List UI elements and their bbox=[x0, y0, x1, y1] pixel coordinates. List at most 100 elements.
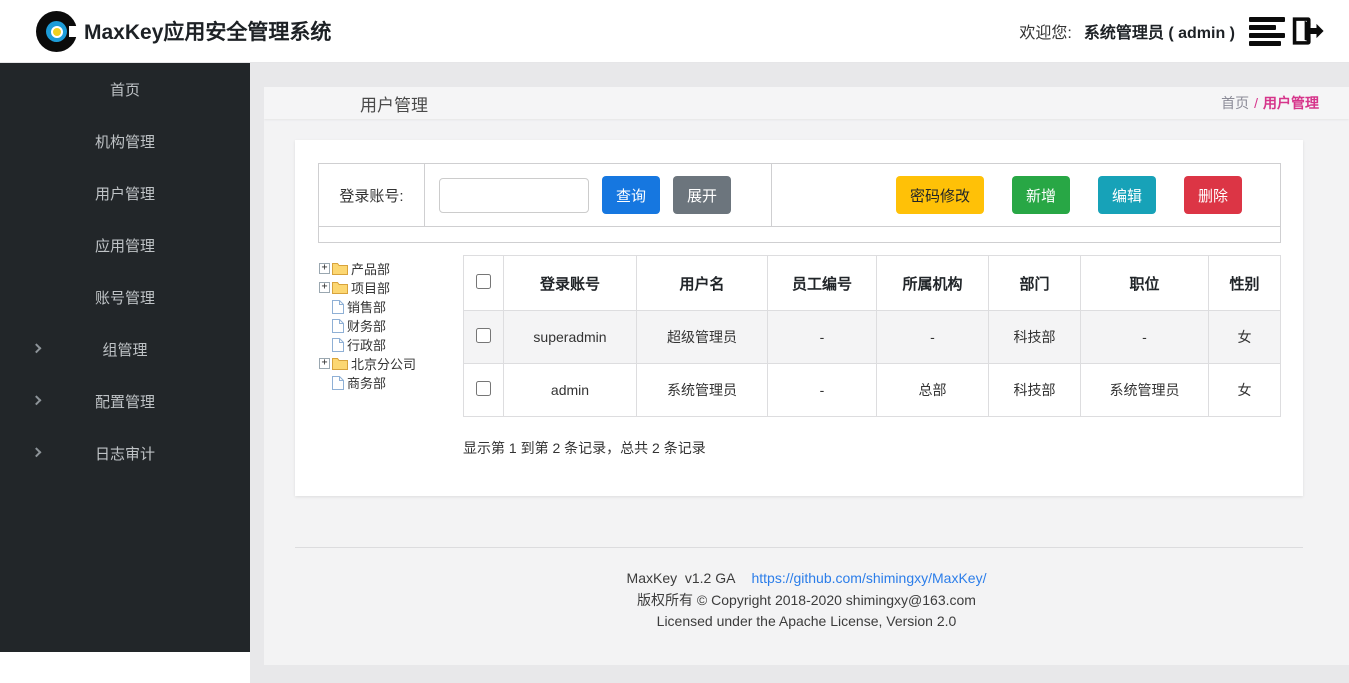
column-header: 用户名 bbox=[637, 256, 768, 311]
add-button[interactable]: 新增 bbox=[1012, 176, 1070, 214]
breadcrumb-separator: / bbox=[1254, 95, 1258, 111]
sidebar-item-config-management[interactable]: 配置管理 bbox=[0, 375, 250, 427]
table-cell: - bbox=[768, 364, 877, 417]
chevron-right-icon bbox=[32, 395, 42, 405]
tree-node[interactable]: 商务部 bbox=[319, 373, 463, 392]
footer-version: MaxKey v1.2 GA bbox=[627, 570, 736, 586]
tree-node-label: 财务部 bbox=[347, 316, 386, 335]
tree-node-label: 销售部 bbox=[347, 297, 386, 316]
breadcrumb: 首页/用户管理 bbox=[1221, 93, 1319, 113]
column-header: 员工编号 bbox=[768, 256, 877, 311]
tree-node[interactable]: 财务部 bbox=[319, 316, 463, 335]
footer-copyright: 版权所有 © Copyright 2018-2020 shimingxy@163… bbox=[264, 590, 1349, 612]
plus-expander-icon[interactable]: + bbox=[319, 358, 330, 369]
column-header: 职位 bbox=[1081, 256, 1209, 311]
tree-node[interactable]: 销售部 bbox=[319, 297, 463, 316]
edit-button[interactable]: 编辑 bbox=[1098, 176, 1156, 214]
tree-node-label: 行政部 bbox=[347, 335, 386, 354]
sidebar: 首页机构管理用户管理应用管理账号管理组管理配置管理日志审计 bbox=[0, 63, 250, 652]
tree-node-label: 产品部 bbox=[351, 259, 390, 278]
page-region: 用户管理 首页/用户管理 登录账号: 查询 展开 密码修改 bbox=[264, 87, 1349, 665]
sidebar-item-group-management[interactable]: 组管理 bbox=[0, 323, 250, 375]
plus-expander-icon[interactable]: + bbox=[319, 282, 330, 293]
table-cell: superadmin bbox=[504, 311, 637, 364]
sidebar-item-org-management[interactable]: 机构管理 bbox=[0, 115, 250, 167]
menu-list-icon[interactable] bbox=[1249, 17, 1285, 46]
login-account-input[interactable] bbox=[439, 178, 589, 213]
select-all-header-cell bbox=[464, 256, 504, 311]
users-table-wrap: 登录账号用户名员工编号所属机构部门职位性别 superadmin超级管理员--科… bbox=[463, 255, 1281, 458]
select-all-checkbox[interactable] bbox=[476, 274, 491, 289]
table-row[interactable]: superadmin超级管理员--科技部-女 bbox=[464, 311, 1281, 364]
sidebar-item-label: 机构管理 bbox=[95, 131, 155, 152]
sidebar-item-account-management[interactable]: 账号管理 bbox=[0, 271, 250, 323]
table-cell: 科技部 bbox=[989, 311, 1081, 364]
org-tree: + 产品部+项目部销售部财务部行政部 + 北京分公司商务部 bbox=[318, 255, 463, 458]
folder-icon bbox=[332, 281, 348, 294]
table-cell: - bbox=[768, 311, 877, 364]
sidebar-item-label: 组管理 bbox=[102, 339, 147, 360]
tree-node[interactable]: 行政部 bbox=[319, 335, 463, 354]
footer-license: Licensed under the Apache License, Versi… bbox=[264, 611, 1349, 633]
column-header: 所属机构 bbox=[877, 256, 989, 311]
top-header: MaxKey应用安全管理系统 欢迎您: 系统管理员 ( admin ) bbox=[0, 0, 1349, 63]
plus-expander-icon[interactable]: + bbox=[319, 263, 330, 274]
table-header-row: 登录账号用户名员工编号所属机构部门职位性别 bbox=[464, 256, 1281, 311]
records-summary: 显示第 1 到第 2 条记录，总共 2 条记录 bbox=[463, 438, 1281, 458]
column-header: 性别 bbox=[1209, 256, 1281, 311]
row-checkbox[interactable] bbox=[476, 328, 491, 343]
table-cell: 科技部 bbox=[989, 364, 1081, 417]
file-icon bbox=[332, 300, 344, 314]
file-icon bbox=[332, 319, 344, 333]
table-cell: 超级管理员 bbox=[637, 311, 768, 364]
table-cell: - bbox=[1081, 311, 1209, 364]
main-area: 用户管理 首页/用户管理 登录账号: 查询 展开 密码修改 bbox=[250, 63, 1349, 683]
query-button[interactable]: 查询 bbox=[602, 176, 660, 214]
sidebar-item-label: 日志审计 bbox=[95, 443, 155, 464]
chevron-right-icon bbox=[32, 343, 42, 353]
table-cell: 系统管理员 bbox=[1081, 364, 1209, 417]
sidebar-item-user-management[interactable]: 用户管理 bbox=[0, 167, 250, 219]
search-form-extra-row bbox=[319, 226, 1280, 242]
welcome-label: 欢迎您: bbox=[1019, 19, 1071, 43]
sidebar-item-log-audit[interactable]: 日志审计 bbox=[0, 427, 250, 479]
user-management-panel: 登录账号: 查询 展开 密码修改 新增 编辑 删除 bbox=[295, 140, 1303, 496]
sidebar-item-label: 用户管理 bbox=[95, 183, 155, 204]
tree-node-label: 商务部 bbox=[347, 373, 386, 392]
file-icon bbox=[332, 376, 344, 390]
table-cell: 总部 bbox=[877, 364, 989, 417]
breadcrumb-home[interactable]: 首页 bbox=[1221, 95, 1249, 111]
row-checkbox[interactable] bbox=[476, 381, 491, 396]
tree-node[interactable]: +项目部 bbox=[319, 278, 463, 297]
tree-node[interactable]: + 产品部 bbox=[319, 259, 463, 278]
column-header: 登录账号 bbox=[504, 256, 637, 311]
expand-button[interactable]: 展开 bbox=[673, 176, 731, 214]
sidebar-menu: 首页机构管理用户管理应用管理账号管理组管理配置管理日志审计 bbox=[0, 63, 250, 479]
table-cell: 系统管理员 bbox=[637, 364, 768, 417]
tree-node[interactable]: + 北京分公司 bbox=[319, 354, 463, 373]
page-footer: MaxKey v1.2 GA https://github.com/shiming… bbox=[264, 568, 1349, 633]
content-row: + 产品部+项目部销售部财务部行政部 + 北京分公司商务部 登录账号用户名员工编号所属… bbox=[318, 255, 1281, 458]
maxkey-logo-icon bbox=[34, 8, 80, 54]
tree-node-label: 北京分公司 bbox=[351, 354, 416, 373]
app-title: MaxKey应用安全管理系统 bbox=[84, 16, 331, 46]
login-account-label: 登录账号: bbox=[339, 185, 403, 206]
footer-github-link[interactable]: https://github.com/shimingxy/MaxKey/ bbox=[751, 570, 986, 586]
users-table: 登录账号用户名员工编号所属机构部门职位性别 superadmin超级管理员--科… bbox=[463, 255, 1281, 417]
sidebar-item-app-management[interactable]: 应用管理 bbox=[0, 219, 250, 271]
page-titlebar: 用户管理 首页/用户管理 bbox=[264, 87, 1349, 119]
row-checkbox-cell bbox=[464, 364, 504, 417]
logout-icon[interactable] bbox=[1289, 15, 1325, 47]
delete-button[interactable]: 删除 bbox=[1184, 176, 1242, 214]
password-modify-button[interactable]: 密码修改 bbox=[896, 176, 984, 214]
sidebar-item-home[interactable]: 首页 bbox=[0, 63, 250, 115]
folder-icon bbox=[332, 357, 348, 370]
sidebar-item-label: 首页 bbox=[110, 79, 140, 100]
chevron-right-icon bbox=[32, 447, 42, 457]
column-header: 部门 bbox=[989, 256, 1081, 311]
row-checkbox-cell bbox=[464, 311, 504, 364]
brand: MaxKey应用安全管理系统 bbox=[34, 8, 331, 54]
header-right: 欢迎您: 系统管理员 ( admin ) bbox=[1019, 15, 1325, 47]
table-row[interactable]: admin系统管理员-总部科技部系统管理员女 bbox=[464, 364, 1281, 417]
table-cell: 女 bbox=[1209, 311, 1281, 364]
